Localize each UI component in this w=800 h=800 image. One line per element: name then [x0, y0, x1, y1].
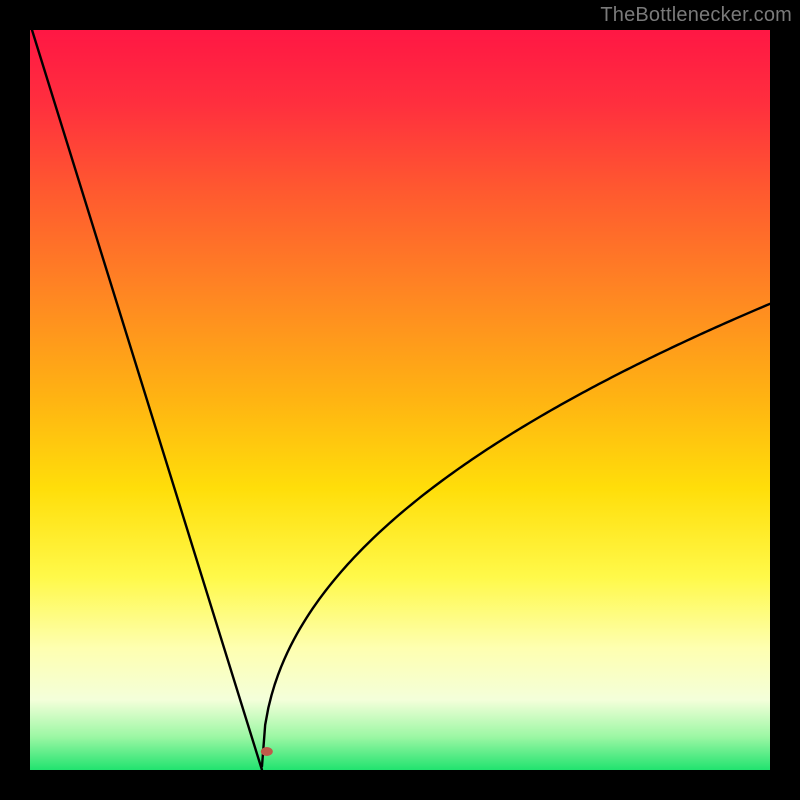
- cusp-marker: [261, 747, 273, 756]
- chart-frame: TheBottlenecker.com: [0, 0, 800, 800]
- plot-area: [30, 30, 770, 770]
- watermark-label: TheBottlenecker.com: [600, 4, 792, 27]
- gradient-background: [30, 30, 770, 770]
- bottleneck-curve-chart: [30, 30, 770, 770]
